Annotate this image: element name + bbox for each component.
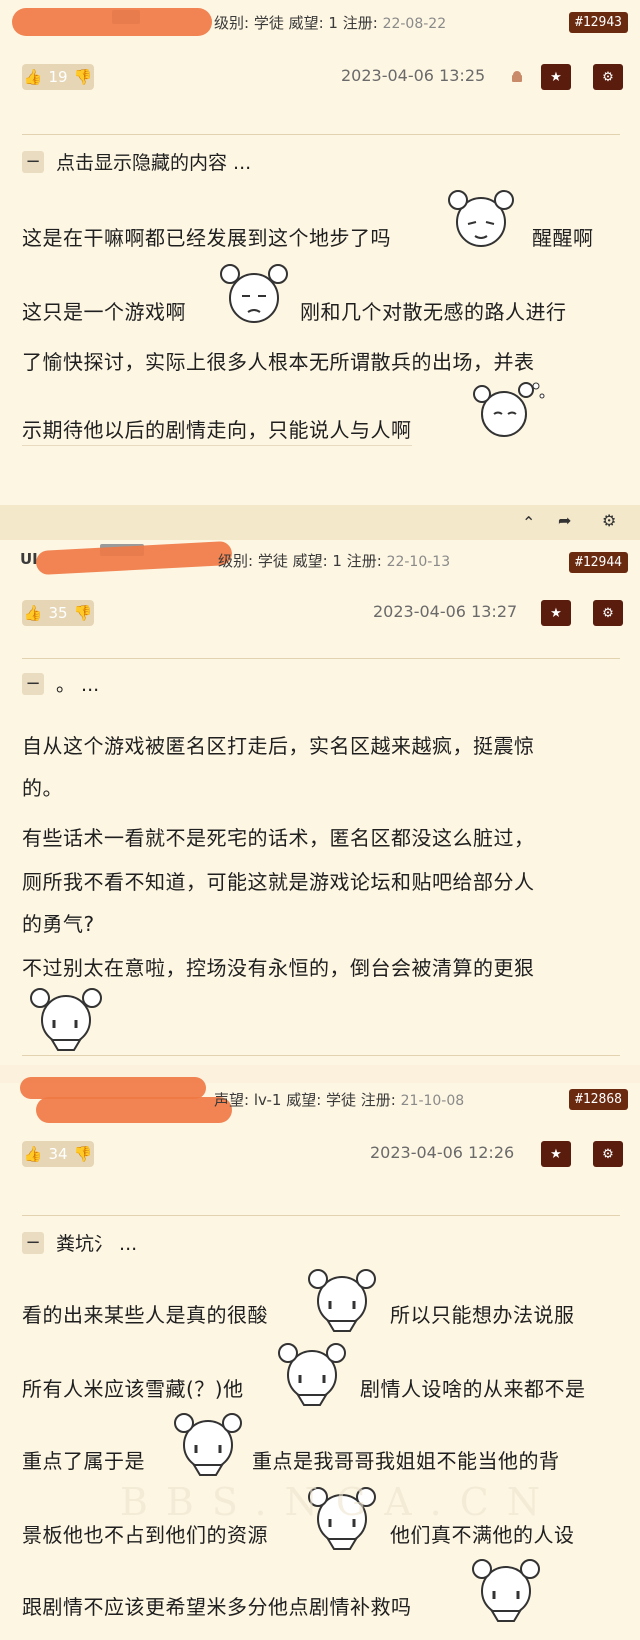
- redacted-username: [20, 1077, 206, 1099]
- hidden-content-toggle[interactable]: − 点击显示隐藏的内容 ...: [22, 148, 251, 175]
- gear-icon[interactable]: ⚙: [602, 511, 616, 530]
- site-watermark: BBS.NGA.CN: [120, 1480, 559, 1524]
- vote-widget[interactable]: 👍 19 👎: [22, 64, 94, 90]
- content-line: 所以只能想办法说服: [390, 1303, 575, 1327]
- content-line: 了愉快探讨，实际上很多人根本无所谓散兵的出场，并表: [22, 350, 535, 374]
- post-end-divider: [22, 1055, 620, 1056]
- vote-count: 35: [48, 604, 68, 622]
- toggle-label: 点击显示隐藏的内容 ...: [56, 152, 252, 174]
- vote-widget[interactable]: 👍 35 👎: [22, 600, 94, 626]
- hidden-content-toggle[interactable]: − 。 ...: [22, 670, 99, 697]
- redacted-username: [35, 540, 233, 576]
- content-line: 看的出来某些人是真的很酸: [22, 1303, 268, 1327]
- toggle-label: 粪坑氵 ...: [56, 1233, 138, 1255]
- thumb-down-icon[interactable]: 👎: [74, 68, 93, 86]
- content-line: 的。: [22, 776, 63, 800]
- content-divider: [22, 658, 620, 659]
- anime-sticker: [473, 382, 545, 437]
- anime-sticker: [278, 1343, 346, 1406]
- redacted-username: [36, 1097, 232, 1123]
- thumb-down-icon[interactable]: 👎: [74, 604, 93, 622]
- chevron-up-icon[interactable]: ⌃: [522, 513, 535, 532]
- anime-sticker: [220, 264, 288, 323]
- content-line: 所有人米应该雪藏(？)他: [22, 1377, 244, 1401]
- post-12944: UI 级别: 学徒 威望: 1 注册: 22-10-13 #12944 👍 35…: [0, 540, 640, 1065]
- post-id-badge[interactable]: #12943: [569, 12, 628, 33]
- anime-sticker: [448, 190, 514, 247]
- post-header: 级别: 学徒 威望: 1 注册: 22-08-22 #12943: [0, 0, 640, 44]
- user-meta: 级别: 学徒 威望: 1 注册: 22-10-13: [218, 552, 451, 570]
- gear-icon: ⚙: [602, 1146, 614, 1162]
- android-icon: [512, 71, 522, 82]
- favorite-button[interactable]: ★: [541, 64, 571, 90]
- content-line: 这只是一个游戏啊: [22, 300, 186, 324]
- collapse-icon: −: [22, 672, 44, 695]
- user-prefix: UI: [20, 550, 38, 568]
- anime-sticker: [308, 1269, 376, 1332]
- collapse-icon: −: [22, 1231, 44, 1254]
- toggle-label: 。 ...: [56, 674, 100, 696]
- star-icon: ★: [550, 605, 562, 621]
- content-line: 跟剧情不应该更希望米多分他点剧情补救吗: [22, 1595, 412, 1619]
- content-divider: [22, 1215, 620, 1216]
- favorite-button[interactable]: ★: [541, 600, 571, 626]
- content-line: 重点了属于是: [22, 1449, 145, 1473]
- anime-sticker: [174, 1413, 242, 1476]
- content-line: 自从这个游戏被匿名区打走后，实名区越来越疯，挺震惊: [22, 734, 535, 758]
- content-line: 剧情人设啥的从来都不是: [360, 1377, 586, 1401]
- content-divider: [22, 134, 620, 135]
- content-line: 刚和几个对散无感的路人进行: [300, 300, 567, 324]
- content-line: 这是在干嘛啊都已经发展到这个地步了吗: [22, 226, 391, 250]
- thumb-up-icon[interactable]: 👍: [24, 604, 43, 622]
- thumb-up-icon[interactable]: 👍: [24, 1145, 43, 1163]
- content-line: 醒醒啊: [532, 226, 594, 250]
- collapse-icon: −: [22, 150, 44, 173]
- settings-button[interactable]: ⚙: [593, 1141, 623, 1167]
- settings-button[interactable]: ⚙: [593, 64, 623, 90]
- post-12868: 声望: lv-1 威望: 学徒 注册: 21-10-08 #12868 👍 34…: [0, 1077, 640, 1640]
- post-header: 声望: lv-1 威望: 学徒 注册: 21-10-08 #12868: [0, 1077, 640, 1127]
- anime-sticker: [30, 988, 102, 1051]
- vote-widget[interactable]: 👍 34 👎: [22, 1141, 94, 1167]
- content-line: 的勇气?: [22, 912, 95, 936]
- post-id-badge[interactable]: #12868: [569, 1089, 628, 1110]
- star-icon: ★: [550, 69, 562, 85]
- redacted-username: [12, 8, 212, 36]
- content-line: 重点是我哥哥我姐姐不能当他的背: [252, 1449, 560, 1473]
- vote-count: 34: [48, 1145, 68, 1163]
- post-header: UI 级别: 学徒 威望: 1 注册: 22-10-13 #12944: [0, 540, 640, 584]
- user-meta: 声望: lv-1 威望: 学徒 注册: 21-10-08: [214, 1091, 465, 1109]
- share-icon[interactable]: ➦: [558, 511, 571, 530]
- vote-count: 19: [48, 68, 68, 86]
- content-line: 不过别太在意啦，控场没有永恒的，倒台会被清算的更狠: [22, 956, 535, 980]
- post-footer-bar: ⌃ ➦ ⚙: [0, 505, 640, 540]
- gear-icon: ⚙: [602, 605, 614, 621]
- post-timestamp: 2023-04-06 13:27: [373, 602, 518, 621]
- favorite-button[interactable]: ★: [541, 1141, 571, 1167]
- post-12943: 级别: 学徒 威望: 1 注册: 22-08-22 #12943 👍 19 👎 …: [0, 0, 640, 529]
- content-line: 厕所我不看不知道，可能这就是游戏论坛和贴吧给部分人: [22, 870, 535, 894]
- anime-sticker: [472, 1559, 540, 1622]
- post-timestamp: 2023-04-06 12:26: [370, 1143, 515, 1162]
- settings-button[interactable]: ⚙: [593, 600, 623, 626]
- thumb-down-icon[interactable]: 👎: [74, 1145, 93, 1163]
- user-meta: 级别: 学徒 威望: 1 注册: 22-08-22: [214, 14, 447, 32]
- star-icon: ★: [550, 1146, 562, 1162]
- content-line: 示期待他以后的剧情走向，只能说人与人啊: [22, 414, 412, 446]
- post-id-badge[interactable]: #12944: [569, 552, 628, 573]
- gear-icon: ⚙: [602, 69, 614, 85]
- post-timestamp: 2023-04-06 13:25: [341, 66, 486, 85]
- thumb-up-icon[interactable]: 👍: [24, 68, 43, 86]
- content-line: 有些话术一看就不是死宅的话术，匿名区都没这么脏过，: [22, 826, 535, 850]
- hidden-content-toggle[interactable]: − 粪坑氵 ...: [22, 1229, 137, 1256]
